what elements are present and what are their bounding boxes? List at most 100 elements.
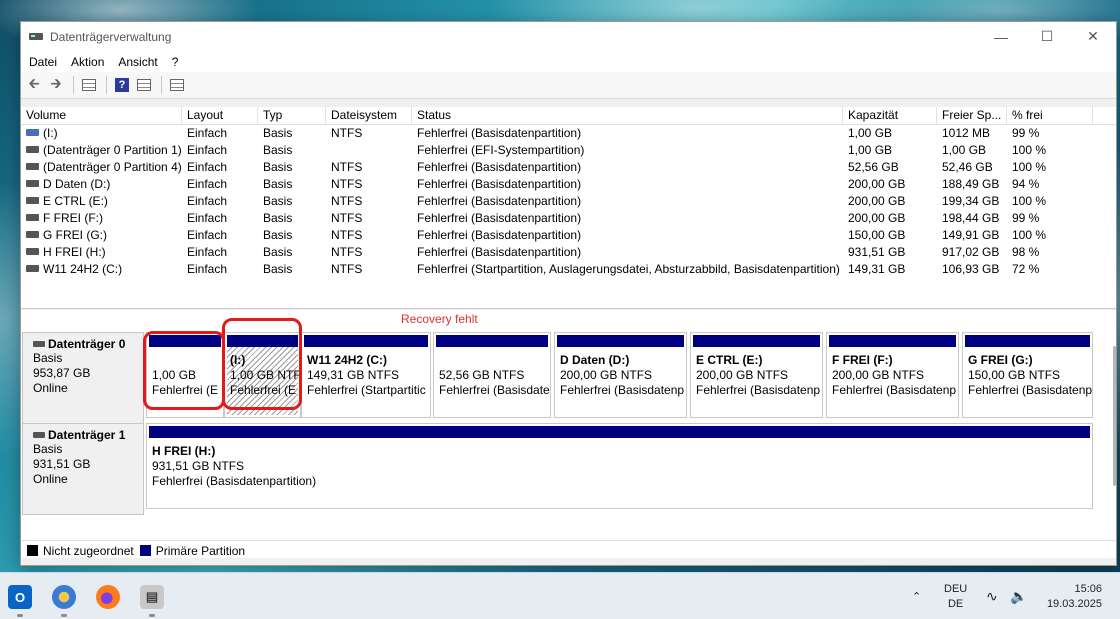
partition-block[interactable]: D Daten (D:) 200,00 GB NTFS Fehlerfrei (Ba…: [554, 332, 687, 418]
menu-datei[interactable]: Datei: [29, 55, 65, 69]
volume-icon: [26, 265, 39, 273]
cell-text: D Daten (D:): [43, 177, 111, 191]
help-icon[interactable]: ?: [112, 75, 132, 95]
wifi-icon[interactable]: ∿: [986, 573, 998, 619]
vertical-scrollbar[interactable]: [1113, 346, 1116, 486]
partition-type-band: [304, 335, 428, 347]
cell-text: 98 %: [1012, 245, 1040, 259]
cell-text: Fehlerfrei (Basisdatenpartition): [417, 211, 582, 225]
partition-status: Fehlerfrei (Basisdatenp: [696, 383, 821, 397]
title-bar[interactable]: Datenträgerverwaltung — ☐ ✕: [21, 22, 1116, 51]
maximize-button[interactable]: ☐: [1024, 22, 1070, 51]
disk-drive-icon: [33, 341, 45, 347]
show-action-pane-icon[interactable]: [134, 75, 154, 95]
cell-text: NTFS: [331, 211, 363, 225]
column-header-free-space[interactable]: Freier Sp...: [937, 107, 1007, 124]
column-header-capacity[interactable]: Kapazität: [843, 107, 937, 124]
volume-icon: [26, 180, 39, 188]
cell-percent-free: 72 %: [1007, 261, 1093, 278]
close-button[interactable]: ✕: [1070, 22, 1116, 51]
partition-block[interactable]: F FREI (F:) 200,00 GB NTFS Fehlerfrei (Bas…: [826, 332, 959, 418]
partition-size: 931,51 GB NTFS: [152, 459, 245, 473]
volume-list[interactable]: Volume Layout Typ Dateisystem Status Kap…: [21, 107, 1116, 309]
disk-info-0[interactable]: Datenträger 0 Basis 953,87 GB Online: [22, 332, 144, 424]
volume-icon: [26, 231, 39, 239]
partition-name: H FREI (H:): [152, 444, 216, 458]
cell-type: Basis: [258, 176, 326, 193]
column-header-volume[interactable]: Volume: [21, 107, 182, 124]
partition-size: 149,31 GB NTFS: [307, 368, 400, 382]
cell-text: 199,34 GB: [942, 194, 1000, 208]
table-row[interactable]: E CTRL (E:) Einfach Basis NTFS Fehlerfrei (B…: [21, 193, 1116, 210]
partition-block[interactable]: E CTRL (E:) 200,00 GB NTFS Fehlerfrei (Bas…: [690, 332, 823, 418]
column-header-percent-free[interactable]: % frei: [1007, 107, 1093, 124]
menu-help[interactable]: ?: [172, 55, 187, 69]
column-header-type[interactable]: Typ: [258, 107, 326, 124]
clock[interactable]: 15:06 19.03.2025: [1042, 573, 1102, 619]
language-indicator[interactable]: DEU DE: [944, 573, 967, 619]
table-row[interactable]: (Datenträger 0 Partition 1) Einfach Basis F…: [21, 142, 1116, 159]
table-row[interactable]: D Daten (D:) Einfach Basis NTFS Fehlerfrei (…: [21, 176, 1116, 193]
partition-block[interactable]: 52,56 GB NTFS Fehlerfrei (Basisdate: [433, 332, 551, 418]
cell-volume: F FREI (F:): [21, 210, 182, 227]
cell-status: Fehlerfrei (Basisdatenpartition): [412, 193, 843, 210]
forward-arrow-icon[interactable]: 🡲: [46, 75, 66, 95]
column-header-filesystem[interactable]: Dateisystem: [326, 107, 412, 124]
cell-volume: E CTRL (E:): [21, 193, 182, 210]
cell-text: Einfach: [187, 160, 228, 174]
partition-block[interactable]: W11 24H2 (C:) 149,31 GB NTFS Fehlerfrei (S…: [301, 332, 431, 418]
cell-layout: Einfach: [182, 142, 258, 159]
table-row[interactable]: G FREI (G:) Einfach Basis NTFS Fehlerfrei (B…: [21, 227, 1116, 244]
minimize-button[interactable]: —: [978, 22, 1024, 51]
column-header-status[interactable]: Status: [412, 107, 843, 124]
disk-graphical-view: Recovery fehlt Datenträger 0 Basis 953,8…: [21, 310, 1116, 540]
cell-type: Basis: [258, 125, 326, 142]
cell-capacity: 931,51 GB: [843, 244, 937, 261]
cell-percent-free: 100 %: [1007, 227, 1093, 244]
speaker-icon[interactable]: 🔈: [1010, 573, 1027, 619]
cell-text: Basis: [263, 126, 293, 140]
firefox-icon[interactable]: [96, 585, 120, 609]
cell-text: Fehlerfrei (Basisdatenpartition): [417, 228, 582, 242]
cell-text: F FREI (F:): [43, 211, 103, 225]
disk-info-1[interactable]: Datenträger 1 Basis 931,51 GB Online: [22, 423, 144, 515]
partition-block[interactable]: H FREI (H:) 931,51 GB NTFS Fehlerfrei (Bas…: [146, 423, 1093, 509]
cell-type: Basis: [258, 193, 326, 210]
cell-text: Einfach: [187, 194, 228, 208]
cell-free-space: 149,91 GB: [937, 227, 1007, 244]
table-row[interactable]: (I:) Einfach Basis NTFS Fehlerfrei (Basisdat…: [21, 125, 1116, 142]
cell-text: Einfach: [187, 262, 228, 276]
cell-text: Basis: [263, 143, 293, 157]
partition-block[interactable]: G FREI (G:) 150,00 GB NTFS Fehlerfrei (Bas…: [962, 332, 1093, 418]
cell-text: 100 %: [1012, 160, 1047, 174]
menu-ansicht[interactable]: Ansicht: [118, 55, 165, 69]
cell-text: 52,46 GB: [942, 160, 993, 174]
table-row[interactable]: W11 24H2 (C:) Einfach Basis NTFS Fehlerfrei …: [21, 261, 1116, 278]
show-hide-tree-icon[interactable]: [79, 75, 99, 95]
legend-unallocated-label: Nicht zugeordnet: [43, 543, 134, 558]
disk-management-icon[interactable]: ▤: [140, 585, 164, 617]
cell-text: Basis: [263, 245, 293, 259]
cell-text: 100 %: [1012, 228, 1047, 242]
table-row[interactable]: H FREI (H:) Einfach Basis NTFS Fehlerfrei (B…: [21, 244, 1116, 261]
show-hidden-icons-icon[interactable]: ⌃: [912, 573, 921, 619]
cell-free-space: 917,02 GB: [937, 244, 1007, 261]
partition-status: Fehlerfrei (Basisdatenp: [968, 383, 1092, 397]
volume-icon: [26, 248, 39, 256]
partition-status: Fehlerfrei (Basisdatenp: [560, 383, 685, 397]
disk-management-window[interactable]: Datenträgerverwaltung — ☐ ✕ Datei Aktion…: [20, 21, 1117, 566]
cell-text: 100 %: [1012, 143, 1047, 157]
browser-icon[interactable]: [52, 585, 76, 617]
table-row[interactable]: F FREI (F:) Einfach Basis NTFS Fehlerfrei (B…: [21, 210, 1116, 227]
menu-aktion[interactable]: Aktion: [71, 55, 112, 69]
table-row[interactable]: (Datenträger 0 Partition 4) Einfach Basis N…: [21, 159, 1116, 176]
cell-text: 188,49 GB: [942, 177, 1000, 191]
outlook-icon[interactable]: O: [8, 585, 32, 617]
partition-name: E CTRL (E:): [696, 353, 763, 367]
back-arrow-icon[interactable]: 🡰: [24, 75, 44, 95]
cell-status: Fehlerfrei (Basisdatenpartition): [412, 176, 843, 193]
column-header-layout[interactable]: Layout: [182, 107, 258, 124]
properties-icon[interactable]: [167, 75, 187, 95]
cell-volume: (Datenträger 0 Partition 4): [21, 159, 182, 176]
taskbar: O ▤ ⌃ DEU DE ∿ 🔈 15:06 19.03.2025: [0, 572, 1120, 619]
